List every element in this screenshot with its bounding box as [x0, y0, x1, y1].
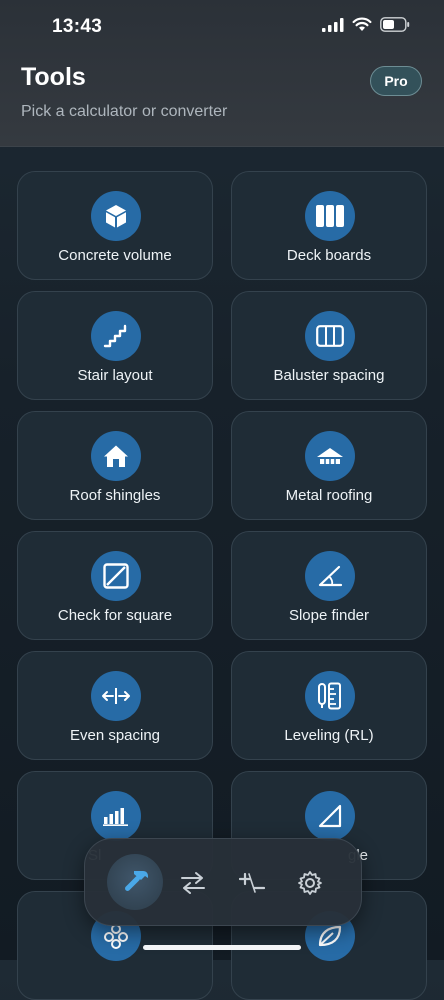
page-subtitle: Pick a calculator or converter	[21, 103, 228, 120]
tool-card-concrete-volume[interactable]: Concrete volume	[17, 171, 213, 280]
header: 13:43 Tools Pick a calculator or convert…	[0, 0, 444, 147]
tool-card-leveling-rl[interactable]: Leveling (RL)	[231, 651, 427, 760]
gear-icon	[297, 870, 323, 896]
bar-chart-icon	[91, 791, 141, 841]
tool-card-roof-shingles[interactable]: Roof shingles	[17, 411, 213, 520]
cube-icon	[91, 191, 141, 241]
signal-icon	[322, 17, 344, 32]
tool-label: Even spacing	[69, 727, 161, 744]
triangle-icon	[305, 791, 355, 841]
tool-label: Metal roofing	[285, 487, 373, 504]
tab-tools[interactable]	[107, 854, 163, 910]
baluster-icon	[305, 311, 355, 361]
tool-label: Check for square	[57, 607, 173, 624]
tool-label: Baluster spacing	[273, 367, 385, 384]
tool-card-deck-boards[interactable]: Deck boards	[231, 171, 427, 280]
tool-label: Stair layout	[77, 367, 153, 384]
tool-label: Deck boards	[286, 247, 372, 264]
tool-card-baluster-spacing[interactable]: Baluster spacing	[231, 291, 427, 400]
spacing-arrows-icon	[91, 671, 141, 721]
metal-roof-icon	[305, 431, 355, 481]
wifi-icon	[352, 17, 372, 32]
house-icon	[91, 431, 141, 481]
tool-card-slope-finder[interactable]: Slope finder	[231, 531, 427, 640]
tool-label: Leveling (RL)	[284, 727, 374, 744]
plus-minus-icon	[239, 871, 265, 895]
tab-converter[interactable]	[169, 859, 217, 907]
level-ruler-icon	[305, 671, 355, 721]
tool-label: Roof shingles	[69, 487, 161, 504]
square-diagonal-icon	[91, 551, 141, 601]
tab-math[interactable]	[228, 859, 276, 907]
angle-icon	[305, 551, 355, 601]
page-title: Tools	[21, 63, 86, 91]
pro-button[interactable]: Pro	[370, 66, 422, 96]
deck-boards-icon	[305, 191, 355, 241]
stairs-icon	[91, 311, 141, 361]
tool-card-even-spacing[interactable]: Even spacing	[17, 651, 213, 760]
status-icons	[322, 17, 410, 32]
swap-arrows-icon	[180, 871, 206, 895]
tool-label: Concrete volume	[58, 247, 172, 264]
battery-icon	[380, 17, 410, 32]
tool-card-stair-layout[interactable]: Stair layout	[17, 291, 213, 400]
tool-card-metal-roofing[interactable]: Metal roofing	[231, 411, 427, 520]
status-bar: 13:43	[0, 0, 444, 54]
tab-bar	[84, 838, 362, 926]
home-indicator	[143, 945, 301, 950]
tab-settings[interactable]	[286, 859, 334, 907]
status-time: 13:43	[52, 16, 103, 37]
tool-card-check-for-square[interactable]: Check for square	[17, 531, 213, 640]
tool-label: Slope finder	[288, 607, 370, 624]
hammer-icon	[119, 866, 151, 898]
